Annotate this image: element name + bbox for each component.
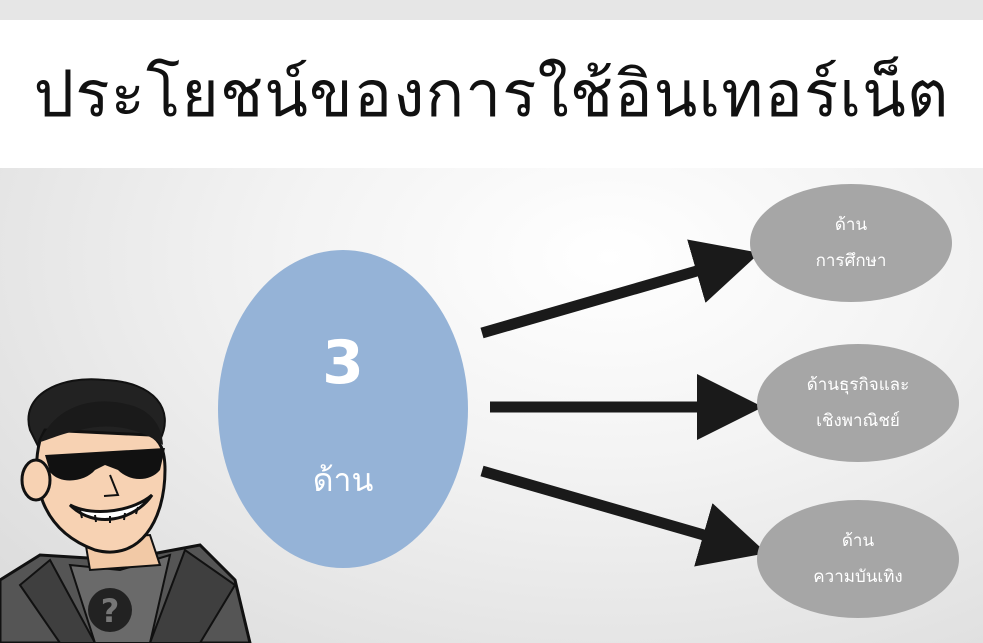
node-education-line1: ด้าน: [834, 215, 868, 235]
node-entertainment-line2: ความบันเทิง: [813, 567, 903, 587]
node-business-line2: เชิงพาณิชย์: [816, 411, 900, 431]
node-education-line2: การศึกษา: [815, 251, 887, 271]
node-entertainment-line1: ด้าน: [841, 531, 875, 551]
arrow-to-education: [480, 239, 760, 339]
page-title: ประโยชน์ของการใช้อินเทอร์เน็ต: [33, 58, 950, 132]
node-business: ด้านธุรกิจและ เชิงพาณิชย์: [757, 344, 959, 462]
node-education: ด้าน การศึกษา: [750, 184, 952, 302]
cartoon-man-sunglasses-icon: ?: [0, 378, 252, 643]
arrow-to-entertainment: [480, 465, 767, 567]
node-business-line1: ด้านธุรกิจและ: [806, 375, 910, 395]
node-entertainment: ด้าน ความบันเทิง: [757, 500, 959, 618]
svg-text:?: ?: [101, 592, 120, 630]
title-band: ประโยชน์ของการใช้อินเทอร์เน็ต: [0, 20, 983, 168]
top-strip: [0, 0, 983, 20]
